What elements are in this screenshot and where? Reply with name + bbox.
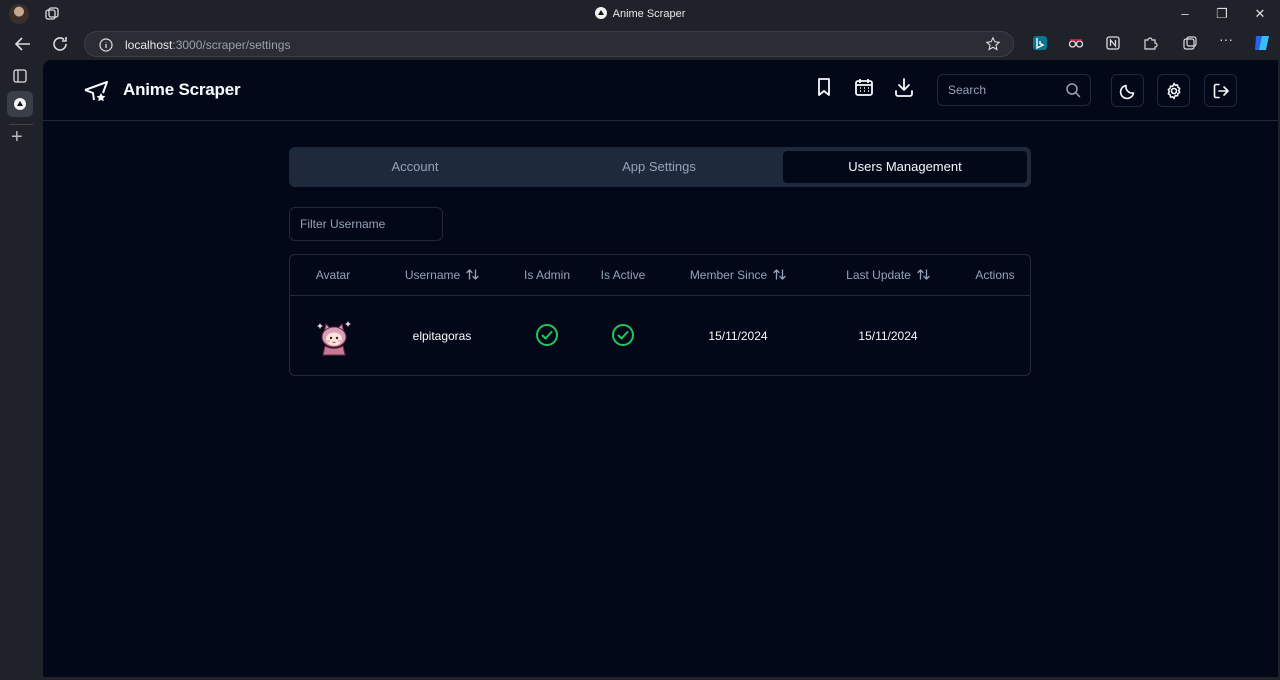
browser-toolbar: localhost:3000/scraper/settings ··· [0, 28, 1280, 60]
column-header-label: Username [404, 268, 461, 282]
column-header-label: Is Admin [523, 268, 571, 282]
favorite-star-icon[interactable] [985, 36, 1001, 52]
tab-favicon-icon [594, 7, 607, 19]
vertical-tab-active[interactable] [7, 91, 33, 117]
app-header: Anime Scraper [43, 60, 1278, 121]
app-title[interactable]: Anime Scraper [123, 80, 241, 100]
url-text[interactable]: localhost:3000/scraper/settings [125, 38, 290, 52]
close-button[interactable]: ✕ [1250, 4, 1270, 24]
bing-extension-icon[interactable] [1032, 35, 1048, 51]
cell-member-since: 15/11/2024 [708, 329, 768, 343]
sort-icon[interactable] [466, 268, 479, 281]
column-header-actions: Actions [966, 255, 1024, 295]
bookmark-icon[interactable] [813, 76, 835, 98]
filter-username-input[interactable] [289, 207, 443, 241]
vertical-tab-strip [0, 60, 42, 680]
settings-button[interactable] [1157, 74, 1190, 107]
calendar-icon[interactable] [853, 76, 875, 98]
search-input[interactable] [938, 75, 1058, 105]
column-header-last-update[interactable]: Last Update [834, 255, 942, 295]
collections-icon[interactable] [1182, 35, 1198, 51]
search-box [937, 74, 1091, 106]
site-info-icon[interactable] [99, 38, 113, 52]
theme-toggle-button[interactable] [1111, 74, 1144, 107]
restore-button[interactable]: ❐ [1212, 4, 1232, 24]
moon-icon [1119, 84, 1135, 100]
column-header-is-active: Is Active [588, 255, 658, 295]
address-bar[interactable]: localhost:3000/scraper/settings [84, 31, 1014, 57]
settings-tabs: Account App Settings Users Management [289, 147, 1031, 187]
tab-favicon-icon [14, 98, 26, 110]
column-header-label: Member Since [689, 268, 768, 282]
window-title-text: Anime Scraper [612, 8, 686, 20]
url-host: localhost [125, 38, 173, 52]
column-header-is-admin: Is Admin [512, 255, 582, 295]
tab-app-settings[interactable]: App Settings [537, 151, 781, 183]
sort-icon[interactable] [917, 268, 930, 281]
cell-last-update: 15/11/2024 [858, 329, 918, 343]
copilot-icon[interactable] [1252, 33, 1272, 53]
window-title: Anime Scraper [0, 7, 1280, 20]
column-header-username[interactable]: Username [390, 255, 494, 295]
check-circle-icon [612, 324, 634, 346]
url-path: :3000/scraper/settings [172, 38, 291, 52]
logout-button[interactable] [1204, 74, 1237, 107]
sort-icon[interactable] [773, 268, 786, 281]
column-header-label: Last Update [846, 268, 911, 282]
cell-username: elpitagoras [412, 329, 472, 343]
column-header-member-since[interactable]: Member Since [680, 255, 796, 295]
logo-icon[interactable] [83, 78, 109, 104]
users-table: Avatar Username Is Admin Is Active Membe… [289, 254, 1031, 376]
avatar [317, 321, 351, 356]
gear-icon [1167, 82, 1181, 100]
extensions-puzzle-icon[interactable] [1142, 35, 1158, 51]
search-icon[interactable] [1065, 82, 1081, 98]
logout-icon [1213, 83, 1229, 99]
notion-extension-icon[interactable] [1105, 35, 1121, 51]
tab-account[interactable]: Account [293, 151, 537, 183]
browser-titlebar: Anime Scraper – ❐ ✕ [0, 0, 1280, 28]
download-icon[interactable] [893, 76, 915, 98]
column-header-label: Is Active [600, 268, 646, 282]
column-header-avatar: Avatar [290, 255, 376, 295]
column-header-label: Actions [975, 268, 1015, 282]
tab-actions-icon[interactable] [11, 67, 29, 85]
more-menu-icon[interactable]: ··· [1219, 31, 1235, 47]
extension-glasses-icon[interactable] [1068, 35, 1084, 51]
page-viewport: Anime Scraper Account App Settings Users… [43, 60, 1278, 677]
column-header-label: Avatar [315, 268, 351, 282]
back-icon[interactable] [11, 32, 35, 56]
check-circle-icon [536, 324, 558, 346]
refresh-icon[interactable] [48, 32, 72, 56]
new-tab-icon[interactable]: + [11, 127, 23, 147]
divider [9, 124, 33, 125]
tab-users-management[interactable]: Users Management [783, 151, 1027, 183]
minimize-button[interactable]: – [1175, 4, 1195, 24]
